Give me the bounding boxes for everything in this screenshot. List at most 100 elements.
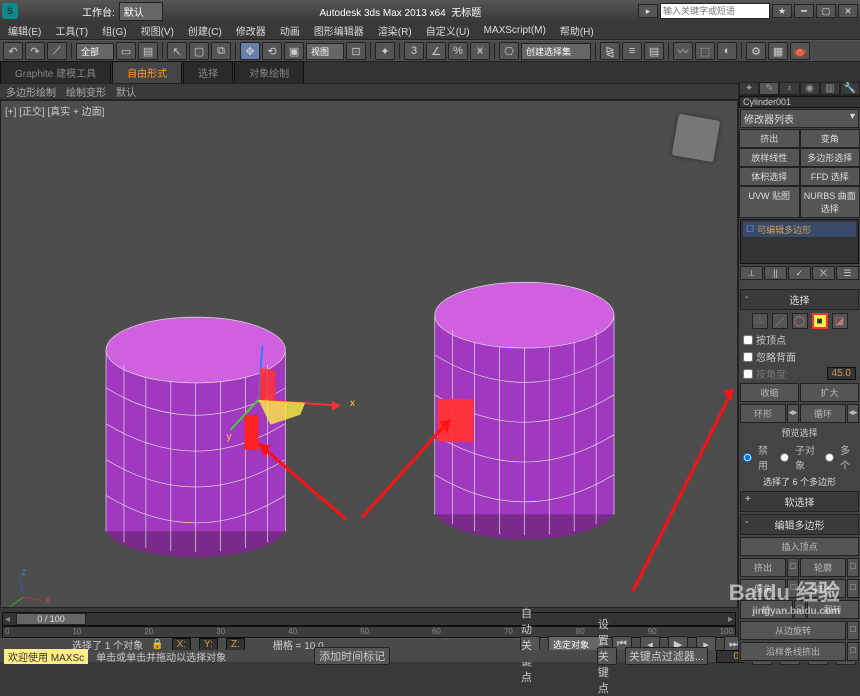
stack-item-editpoly[interactable]: 可编辑多边形 [743,222,856,237]
select-name-button[interactable]: ▤ [138,42,158,60]
extrude-opt[interactable]: □ [787,558,799,577]
menu-animation[interactable]: 动画 [276,22,304,39]
ref-coord-dropdown[interactable]: 视图 [306,43,344,60]
chk-byvertex[interactable] [743,335,753,345]
ring-spin[interactable]: ◂▸ [787,404,799,423]
inset-opt[interactable]: □ [847,579,859,598]
menu-modifiers[interactable]: 修改器 [232,22,270,39]
stack-remove-button[interactable]: ⨉ [812,266,835,280]
maximize-button[interactable]: ▢ [816,4,836,18]
menu-maxscript[interactable]: MAXScript(M) [480,24,550,37]
viewport[interactable]: [+] [正交] [真实 + 边面] [0,100,738,608]
help-search-input[interactable] [660,3,770,19]
rollout-editpoly[interactable]: 编辑多边形 [740,514,859,535]
select-button[interactable]: ▭ [116,42,136,60]
scale-button[interactable]: ▣ [284,42,304,60]
btn-extrude[interactable]: 挤出 [739,129,800,148]
redo-button[interactable]: ↷ [25,42,45,60]
time-knob[interactable]: 0 / 100 [16,613,86,625]
menu-customize[interactable]: 自定义(U) [422,22,474,39]
btn-chamfer[interactable]: 变角 [800,129,860,148]
selection-filter-dropdown[interactable]: 全部 [76,43,114,60]
schematic-button[interactable]: ⬚ [695,42,715,60]
manip-button[interactable]: ✦ [375,42,395,60]
ribbon-tab-freeform[interactable]: 自由形式 [112,61,182,83]
menu-graph[interactable]: 图形编辑器 [310,22,368,39]
menu-render[interactable]: 渲染(R) [374,22,416,39]
stack-pin-button[interactable]: ⟂ [740,266,763,280]
btn-extrude2[interactable]: 挤出 [740,558,786,577]
subobj-vertex[interactable]: ∴ [752,313,768,329]
menu-edit[interactable]: 编辑(E) [4,22,45,39]
percent-snap-button[interactable]: % [448,42,468,60]
ribbon-tab-graphite[interactable]: Graphite 建模工具 [0,61,111,83]
btn-volsel[interactable]: 体积选择 [739,167,800,186]
link-button[interactable]: ⟋ [47,42,67,60]
btn-alongspline[interactable]: 沿样条线挤出 [740,642,846,661]
stack-show-button[interactable]: || [764,266,787,280]
angle-snap-button[interactable]: ∠ [426,42,446,60]
subobj-element[interactable]: ◪ [832,313,848,329]
loop-spin[interactable]: ◂▸ [847,404,859,423]
minimize-button[interactable]: ━ [794,4,814,18]
ribbon-sub-paintdeform[interactable]: 绘制变形 [66,84,106,99]
time-slider[interactable]: ◂ 0 / 100 ▸ [2,612,736,626]
chk-byangle[interactable] [743,369,753,379]
angle-field[interactable]: 45.0 [827,367,856,380]
btn-outline[interactable]: 轮廓 [800,558,846,577]
menu-create[interactable]: 创建(C) [184,22,226,39]
btn-uvw[interactable]: UVW 贴图 [739,186,800,218]
fromedge-opt[interactable]: □ [847,621,859,640]
subobj-edge[interactable]: ／ [772,313,788,329]
subobj-border[interactable]: ◯ [792,313,808,329]
tab-display[interactable]: ▥ [820,82,840,95]
snap-button[interactable]: 3 [404,42,424,60]
close-button[interactable]: ✕ [838,4,858,18]
rect-select-button[interactable]: ▢ [189,42,209,60]
outline-opt[interactable]: □ [847,558,859,577]
welcome-link[interactable]: 欢迎使用 MAXSc [4,649,88,664]
subobj-polygon[interactable]: ■ [812,313,828,329]
chk-ignoreback[interactable] [743,352,753,362]
rotate-button[interactable]: ⟲ [262,42,282,60]
btn-loft[interactable]: 放样线性 [739,148,800,167]
window-crossing-button[interactable]: ⧉ [211,42,231,60]
object-name-field[interactable] [739,96,860,108]
ribbon-tab-selection[interactable]: 选择 [183,61,233,83]
rollout-selection[interactable]: 选择 [740,289,859,310]
named-sel-button[interactable]: ⎔ [499,42,519,60]
menu-tools[interactable]: 工具(T) [51,22,92,39]
btn-shrink[interactable]: 收缩 [740,383,799,402]
spinner-snap-button[interactable]: ⩙ [470,42,490,60]
ribbon-sub-default[interactable]: 默认 [116,84,136,99]
help-star-icon[interactable]: ★ [772,4,792,18]
material-button[interactable]: ◐ [717,42,737,60]
undo-button[interactable]: ↶ [3,42,23,60]
modifier-stack[interactable]: 可编辑多边形 [740,219,859,264]
title-arrow-icon[interactable]: ▸ [638,4,658,18]
render-setup-button[interactable]: ⚙ [746,42,766,60]
align-button[interactable]: ≡ [622,42,642,60]
render-button[interactable]: 🫖 [790,42,810,60]
rad-preview-sub[interactable] [780,453,789,462]
select-object-button[interactable]: ↖ [167,42,187,60]
setkey-button[interactable]: 设置关键点 [597,647,617,665]
menu-help[interactable]: 帮助(H) [556,22,598,39]
ribbon-tab-objectpaint[interactable]: 对象绘制 [234,61,304,83]
btn-ring[interactable]: 环形 [740,404,786,423]
keyfilter-button[interactable]: 关键点过滤器... [625,647,708,665]
menu-group[interactable]: 组(G) [98,22,130,39]
btn-loop[interactable]: 循环 [800,404,846,423]
addtime-button[interactable]: 添加时间标记 [314,647,390,665]
stack-config-button[interactable]: ☰ [836,266,859,280]
rad-preview-off[interactable] [743,453,752,462]
btn-fromedge[interactable]: 从边旋转 [740,621,846,640]
modifier-list-dropdown[interactable]: 修改器列表 [740,109,859,128]
rad-preview-multi[interactable] [825,453,834,462]
btn-ffd[interactable]: FFD 选择 [800,167,860,186]
tab-motion[interactable]: ◉ [800,82,820,95]
btn-grow[interactable]: 扩大 [800,383,859,402]
btn-nurbs[interactable]: NURBS 曲面选择 [800,186,860,218]
mirror-button[interactable]: ⧎ [600,42,620,60]
tab-utilities[interactable]: 🔧 [840,82,860,95]
